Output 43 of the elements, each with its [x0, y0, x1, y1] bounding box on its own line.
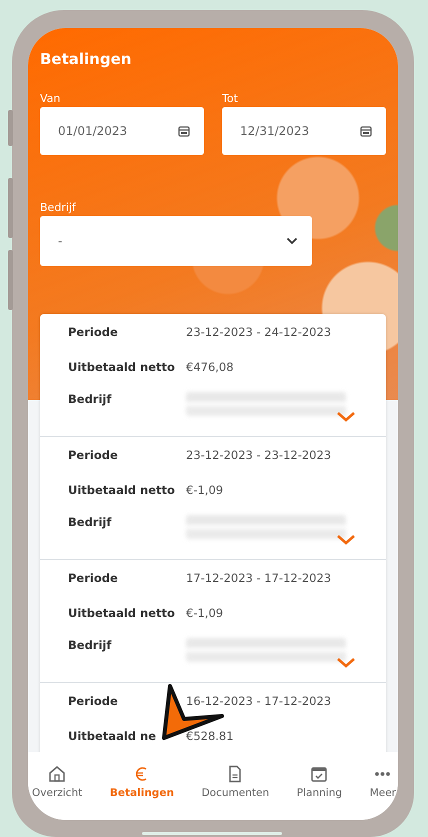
field-label: Van	[40, 92, 62, 105]
row-value: 23-12-2023 - 23-12-2023	[186, 448, 332, 462]
calendar-check-icon	[310, 765, 328, 783]
row-label: Uitbetaald netto	[68, 360, 176, 374]
date-field[interactable]: 01/01/2023	[40, 107, 204, 155]
row-label: Bedrijf	[68, 638, 112, 652]
row-value: 16-12-2023 - 17-12-2023	[186, 694, 332, 708]
field-label: Tot	[222, 92, 239, 105]
row-value: €528.81	[186, 728, 234, 742]
row-value: €-1,09	[186, 482, 224, 496]
payment-card[interactable]: Periode 23-12-2023 - 23-12-2023 Uitbetaald netto €-1,09 Bedrijf	[40, 437, 386, 560]
chevron-icon[interactable]	[336, 657, 356, 668]
row-label: Periode	[68, 694, 119, 708]
nav-tab[interactable]: Betalingen	[108, 765, 176, 799]
row-label: Bedrijf	[68, 515, 112, 529]
row-value: 23-12-2023 - 24-12-2023	[186, 324, 332, 338]
row-label: Uitbetaald ne	[68, 728, 157, 742]
date-field[interactable]: 12/31/2023	[222, 107, 386, 155]
nav-tab[interactable]: Documenten	[200, 765, 272, 799]
row-label: Uitbetaald netto	[68, 606, 176, 620]
more-icon	[375, 772, 390, 776]
row-label: Periode	[68, 324, 119, 338]
chevron-icon[interactable]	[336, 411, 356, 422]
row-value: 17-12-2023 - 17-12-2023	[186, 570, 332, 584]
calendar-icon	[178, 125, 190, 137]
row-value: €-1,09	[186, 606, 224, 620]
field-label: Bedrijf	[40, 201, 77, 214]
payment-card[interactable]: Periode 17-12-2023 - 17-12-2023 Uitbetaald netto €-1,09 Bedrijf	[40, 560, 386, 683]
nav-tab[interactable]: Planning	[294, 765, 344, 799]
chevron-down-icon	[286, 237, 298, 245]
home-icon	[48, 765, 66, 783]
nav-tab[interactable]: Overzicht	[30, 765, 84, 799]
company-select[interactable]: -	[40, 216, 312, 266]
chevron-icon[interactable]	[336, 534, 356, 545]
row-label: Periode	[68, 570, 119, 584]
payment-card[interactable]: Periode 23-12-2023 - 24-12-2023 Uitbetaald netto €476,08 Bedrijf	[40, 314, 386, 437]
nav-tab[interactable]: Meer	[368, 765, 398, 799]
row-label: Periode	[68, 448, 119, 462]
row-label: Bedrijf	[68, 392, 112, 406]
row-label: Uitbetaald netto	[68, 482, 176, 496]
page-title: Betalingen	[40, 50, 132, 68]
row-value: €476,08	[186, 360, 234, 374]
calendar-icon	[360, 125, 372, 137]
